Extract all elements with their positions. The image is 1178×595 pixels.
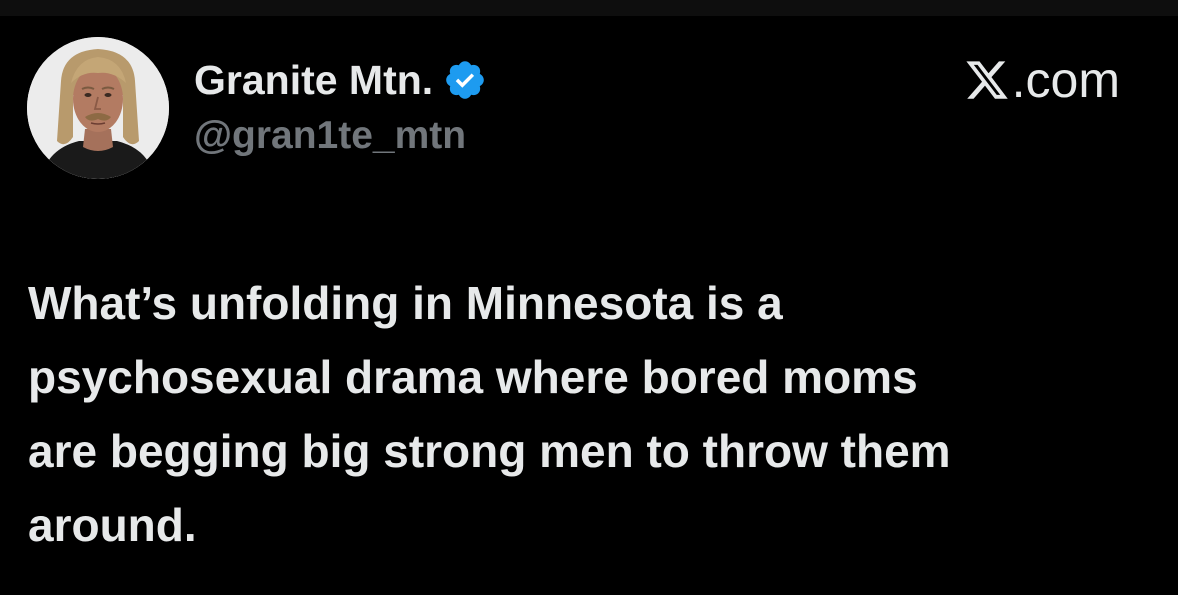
profile-avatar[interactable] <box>27 37 169 179</box>
author-name-row: Granite Mtn. <box>194 52 487 108</box>
x-brand-watermark: .com <box>964 52 1120 108</box>
verified-badge-icon <box>443 58 487 102</box>
author-handle[interactable]: @gran1te_mtn <box>194 114 466 158</box>
author-display-name[interactable]: Granite Mtn. <box>194 57 433 104</box>
tweet-body-text: What’s unfolding in Minnesota is a psych… <box>28 277 951 551</box>
brand-domain-label: .com <box>1011 52 1120 108</box>
top-edge-strip <box>0 0 1178 16</box>
tweet-card: Granite Mtn. @gran1te_mtn .com What’s un… <box>0 0 1178 595</box>
x-logo-icon <box>964 57 1010 103</box>
avatar-portrait-icon <box>27 37 169 179</box>
